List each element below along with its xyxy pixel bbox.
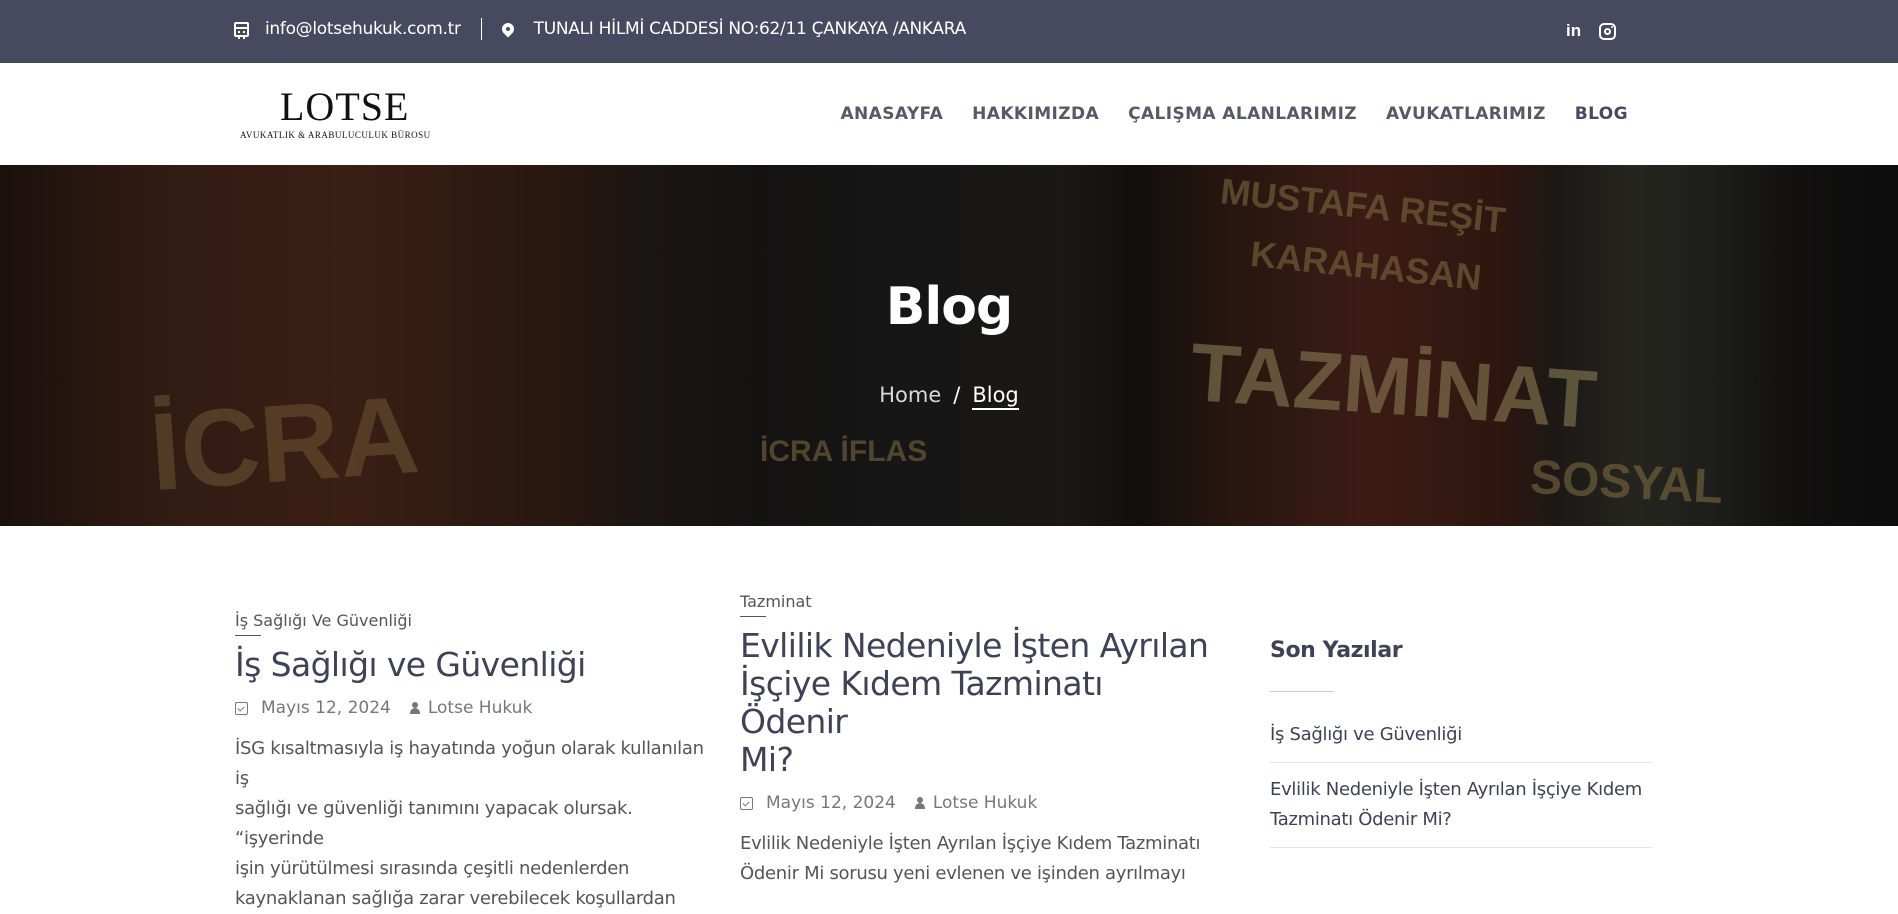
logo-subtitle: AVUKATLIK & ARABULUCULUK BÜROSU: [240, 130, 431, 140]
post-excerpt: İSG kısaltmasıyla iş hayatında yoğun ola…: [235, 734, 705, 914]
user-icon: [914, 797, 925, 809]
post-category[interactable]: İş Sağlığı Ve Güvenliği: [235, 611, 412, 636]
calendar-icon: [234, 21, 249, 39]
top-bar: info@lotsehukuk.com.tr TUNALI HİLMİ CADD…: [0, 0, 1898, 63]
nav-item-anasayfa[interactable]: ANASAYFA: [841, 104, 944, 124]
excerpt-line: İSG kısaltmasıyla iş hayatında yoğun ola…: [235, 738, 704, 789]
excerpt-line: işin yürütülmesi sırasında çeşitli neden…: [235, 858, 630, 879]
nav-item-calisma-alanlarimiz[interactable]: ÇALIŞMA ALANLARIMIZ: [1128, 104, 1357, 124]
calendar-check-icon: [740, 796, 753, 810]
address-text: TUNALI HİLMİ CADDESİ NO:62/11 ÇANKAYA /A…: [533, 19, 967, 39]
post-excerpt: Evlilik Nedeniyle İşten Ayrılan İşçiye K…: [740, 829, 1220, 889]
nav-item-blog[interactable]: BLOG: [1575, 104, 1628, 124]
recent-post-link[interactable]: Evlilik Nedeniyle İşten Ayrılan İşçiye K…: [1270, 775, 1652, 848]
post-meta: Mayıs 12, 2024 Lotse Hukuk: [235, 698, 705, 718]
breadcrumb-home[interactable]: Home: [879, 383, 941, 407]
logo[interactable]: LOTSE AVUKATLIK & ARABULUCULUK BÜROSU: [238, 85, 468, 145]
breadcrumb-current: Blog: [972, 383, 1019, 410]
site-header: LOTSE AVUKATLIK & ARABULUCULUK BÜROSU AN…: [0, 63, 1898, 165]
instagram-icon[interactable]: [1599, 23, 1617, 40]
post-meta: Mayıs 12, 2024 Lotse Hukuk: [740, 793, 1220, 813]
excerpt-line: sağlığı ve güvenliği tanımını yapacak ol…: [235, 798, 633, 849]
location-pin-icon: [499, 20, 517, 38]
nav-item-hakkimizda[interactable]: HAKKIMIZDA: [972, 104, 1099, 124]
divider: [1270, 691, 1334, 692]
sidebar-recent-posts: Son Yazılar İş Sağlığı ve Güvenliği Evli…: [1270, 638, 1652, 860]
breadcrumb: Home / Blog: [0, 383, 1898, 410]
calendar-check-icon: [235, 701, 248, 715]
title-line: Mi?: [740, 740, 794, 779]
nav-item-avukatlarimiz[interactable]: AVUKATLARIMIZ: [1386, 104, 1546, 124]
breadcrumb-separator: /: [953, 383, 961, 407]
excerpt-line: Ödenir Mi sorusu yeni evlenen ve işinden…: [740, 863, 1186, 884]
post-date[interactable]: Mayıs 12, 2024: [261, 698, 391, 718]
blog-post: Tazminat Evlilik Nedeniyle İşten Ayrılan…: [740, 592, 1220, 889]
linkedin-icon[interactable]: in: [1566, 21, 1581, 41]
post-date[interactable]: Mayıs 12, 2024: [766, 793, 896, 813]
hero-overlay: [0, 165, 1898, 526]
user-icon: [409, 702, 420, 714]
post-title[interactable]: Evlilik Nedeniyle İşten Ayrılan İşçiye K…: [740, 627, 1220, 779]
excerpt-line: Evlilik Nedeniyle İşten Ayrılan İşçiye K…: [740, 833, 1201, 854]
blog-post: İş Sağlığı Ve Güvenliği İş Sağlığı ve Gü…: [235, 611, 705, 914]
email-link[interactable]: info@lotsehukuk.com.tr: [265, 19, 461, 39]
recent-post-link[interactable]: İş Sağlığı ve Güvenliği: [1270, 720, 1652, 763]
social-links: in: [1566, 21, 1617, 41]
page-title: Blog: [885, 277, 1013, 337]
title-line: İşçiye Kıdem Tazminatı Ödenir: [740, 664, 1103, 741]
contact-info: info@lotsehukuk.com.tr TUNALI HİLMİ CADD…: [234, 0, 966, 58]
logo-mark: LOTSE: [280, 84, 410, 129]
post-author[interactable]: Lotse Hukuk: [428, 698, 532, 718]
sidebar-title: Son Yazılar: [1270, 638, 1403, 663]
hero-banner: İCRA İCRA İFLAS MUSTAFA REŞİT KARAHASAN …: [0, 165, 1898, 526]
post-title[interactable]: İş Sağlığı ve Güvenliği: [235, 646, 705, 684]
post-author[interactable]: Lotse Hukuk: [933, 793, 1037, 813]
main-nav: ANASAYFA HAKKIMIZDA ÇALIŞMA ALANLARIMIZ …: [841, 63, 1629, 165]
title-line: Evlilik Nedeniyle İşten Ayrılan: [740, 626, 1209, 665]
divider: [480, 18, 482, 40]
excerpt-line: kaynaklanan sağlığa zarar verebilecek ko…: [235, 888, 676, 909]
post-category[interactable]: Tazminat: [740, 592, 812, 617]
